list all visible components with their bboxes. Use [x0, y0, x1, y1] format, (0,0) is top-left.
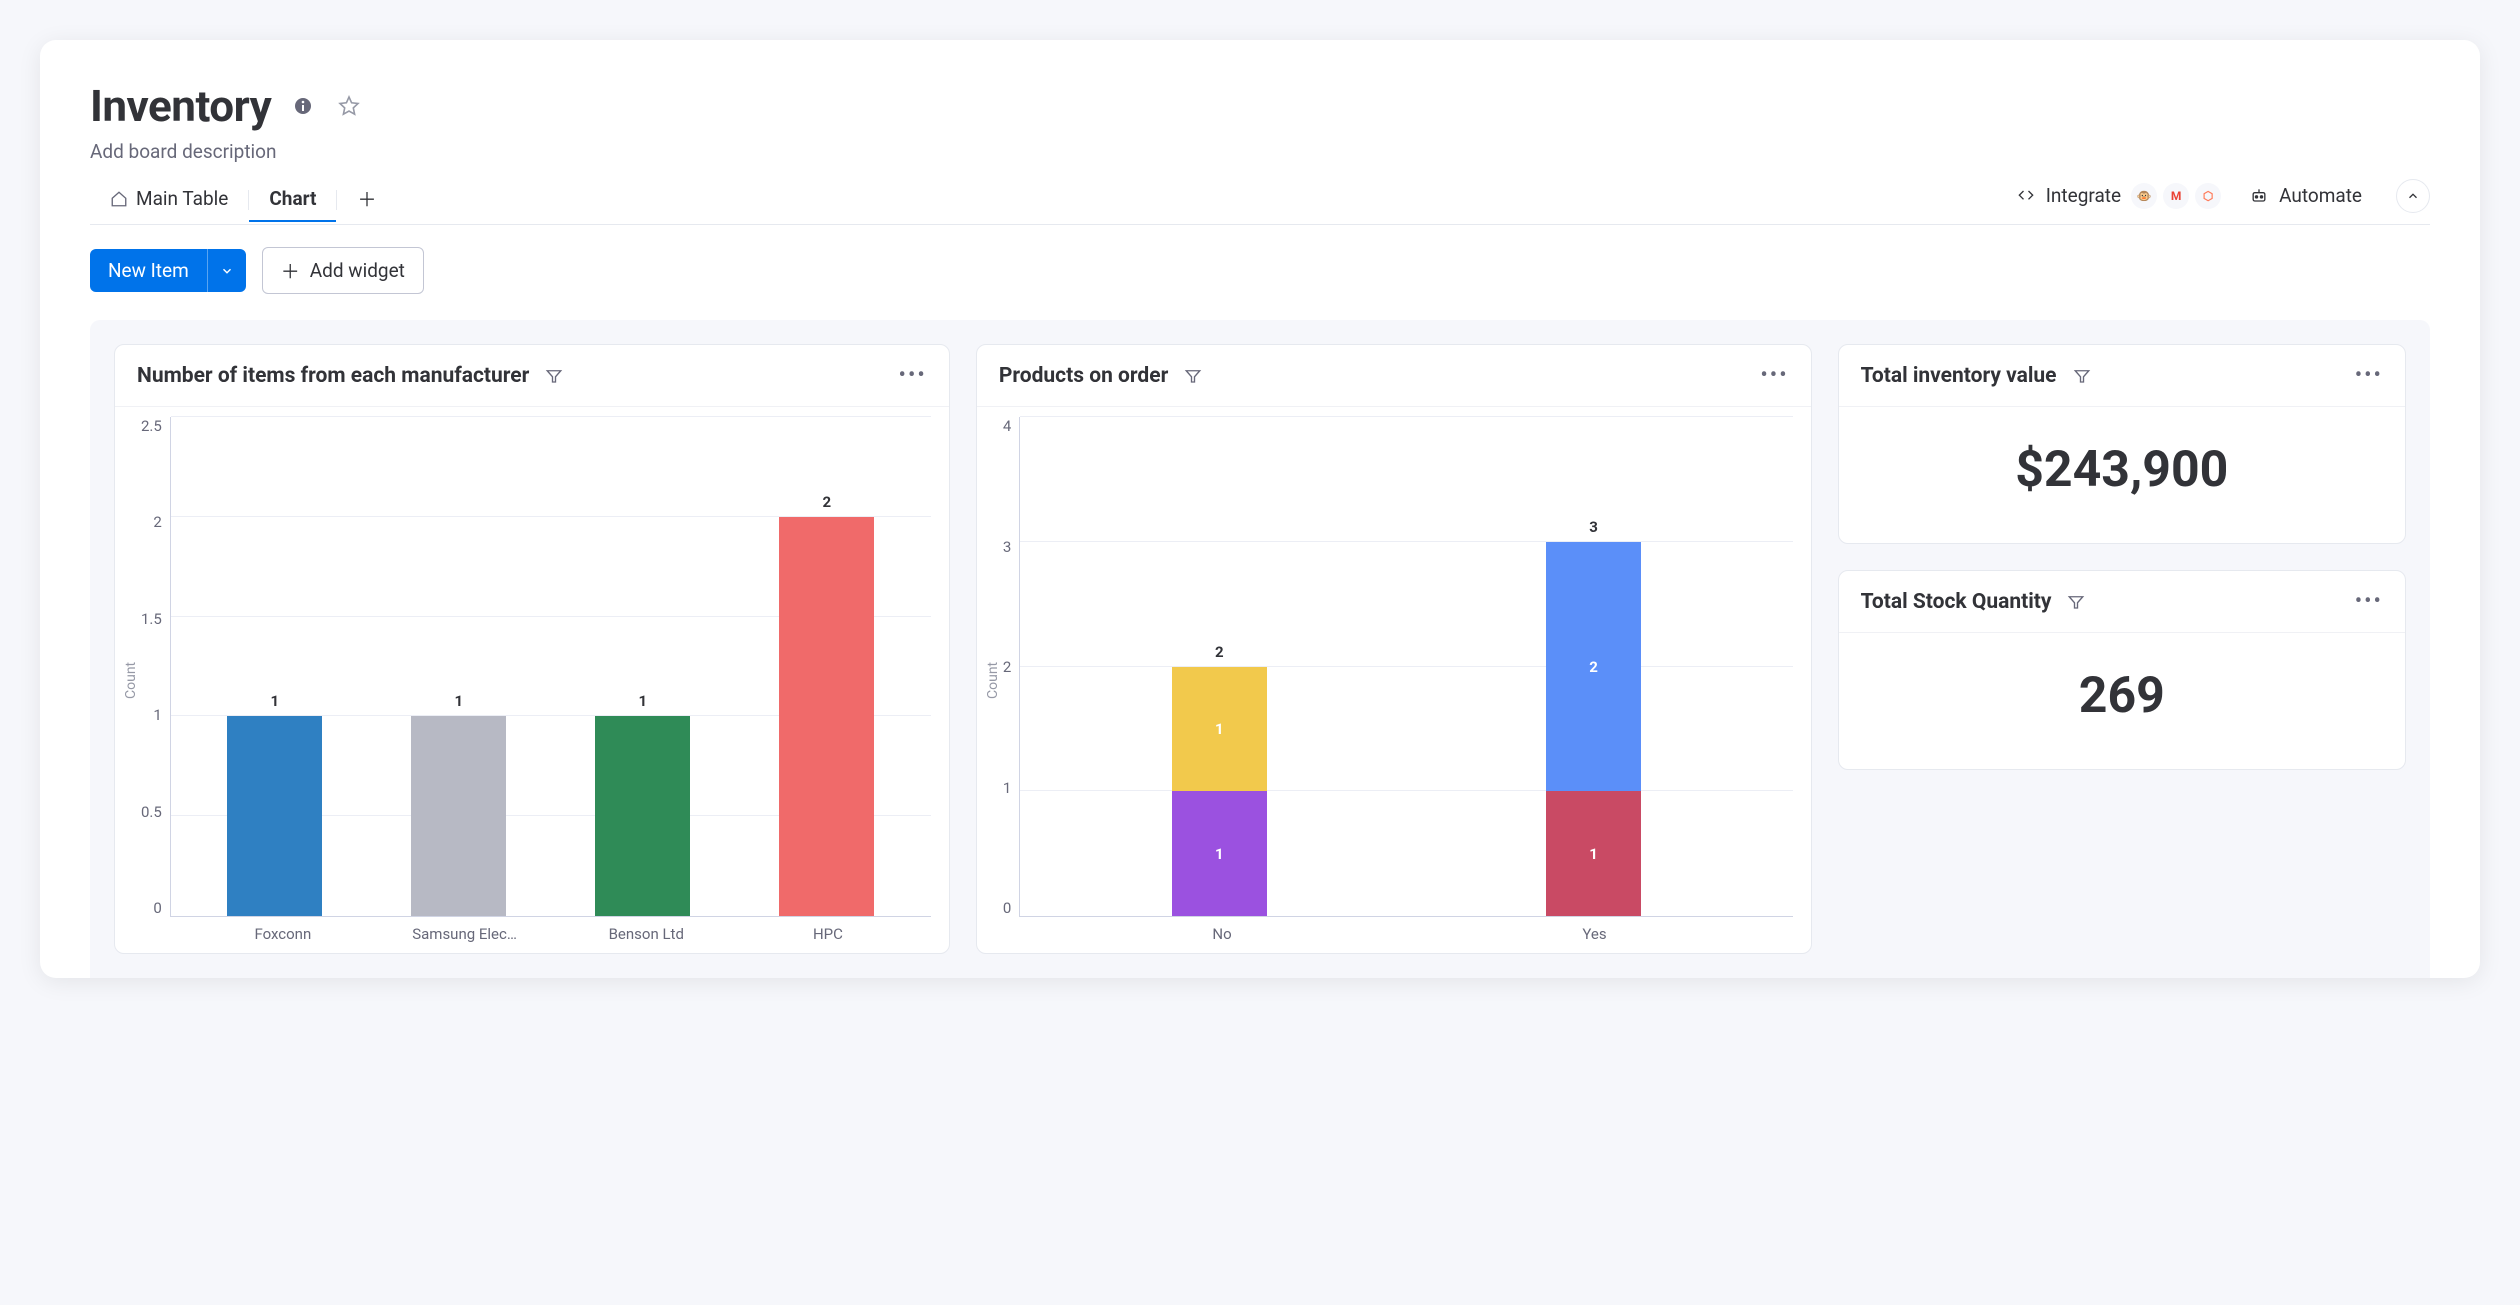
bar-total-label: 1: [411, 692, 506, 710]
bar[interactable]: 1: [595, 716, 690, 916]
robot-icon: [2249, 186, 2269, 206]
plus-icon: ＋: [281, 257, 300, 284]
integrate-button[interactable]: Integrate 🐵 M ⬡: [2016, 183, 2221, 209]
star-icon[interactable]: [335, 92, 363, 120]
widget-title: Total Stock Quantity: [1861, 590, 2052, 614]
tab-add[interactable]: ＋: [337, 175, 396, 224]
bar-total-label: 2: [779, 493, 874, 511]
widget-menu-button[interactable]: •••: [899, 363, 927, 388]
chart-manufacturers: Count2.521.510.501112FoxconnSamsung Elec…: [115, 407, 949, 953]
bar-segment: [595, 716, 690, 916]
hubspot-icon: ⬡: [2195, 183, 2221, 209]
automate-label: Automate: [2279, 184, 2362, 207]
filter-icon[interactable]: [1184, 367, 1202, 385]
widget-menu-button[interactable]: •••: [2355, 589, 2383, 614]
widget-total-stock-quantity: Total Stock Quantity ••• 269: [1838, 570, 2406, 770]
info-icon[interactable]: [289, 92, 317, 120]
dashboard-area: Number of items from each manufacturer •…: [90, 320, 2430, 978]
bar-total-label: 2: [1172, 643, 1267, 661]
tab-label: Main Table: [136, 187, 228, 210]
bar-segment: 1: [1172, 791, 1267, 916]
bar[interactable]: 1: [227, 716, 322, 916]
bar-segment: 1: [1172, 667, 1267, 792]
tab-main-table[interactable]: Main Table: [90, 177, 248, 222]
bar-segment: [227, 716, 322, 916]
widget-menu-button[interactable]: •••: [1760, 363, 1788, 388]
add-widget-button[interactable]: ＋ Add widget: [262, 247, 424, 294]
gmail-icon: M: [2163, 183, 2189, 209]
x-axis: NoYes: [1024, 917, 1793, 943]
y-axis: 43210: [1003, 417, 1019, 917]
widget-title: Products on order: [999, 364, 1168, 388]
bar-segment: [411, 716, 506, 916]
mailchimp-icon: 🐵: [2131, 183, 2157, 209]
new-item-button[interactable]: New Item: [90, 249, 246, 292]
chevron-up-icon: [2406, 189, 2420, 203]
plot-area: 1112: [170, 417, 931, 917]
add-widget-label: Add widget: [310, 259, 405, 282]
chevron-down-icon: [220, 264, 234, 278]
tab-label: Chart: [269, 187, 316, 210]
board-card: Inventory Add board description Main Tab…: [40, 40, 2480, 978]
board-description[interactable]: Add board description: [90, 140, 2430, 163]
total-inventory-value: $243,900: [1839, 407, 2405, 543]
bar-total-label: 1: [595, 692, 690, 710]
bar[interactable]: 2: [779, 517, 874, 916]
right-column: Total inventory value ••• $243,900 Total…: [1838, 344, 2406, 954]
y-axis-label: Count: [121, 417, 141, 943]
widget-title: Total inventory value: [1861, 364, 2057, 388]
widget-title: Number of items from each manufacturer: [137, 364, 529, 388]
integrate-icon: [2016, 186, 2036, 206]
bar[interactable]: 1: [411, 716, 506, 916]
new-item-caret[interactable]: [207, 249, 246, 292]
widget-products-on-order: Products on order ••• Count43210112123No…: [976, 344, 1812, 954]
filter-icon[interactable]: [2067, 593, 2085, 611]
actions-row: New Item ＋ Add widget: [90, 225, 2430, 320]
total-stock-quantity: 269: [1839, 633, 2405, 769]
y-axis-label: Count: [983, 417, 1003, 943]
x-axis: FoxconnSamsung Elec…Benson LtdHPC: [180, 917, 931, 943]
bar-segment: 1: [1546, 791, 1641, 916]
board-title: Inventory: [90, 80, 271, 132]
board-header: Inventory Add board description: [90, 80, 2430, 163]
new-item-label: New Item: [90, 249, 207, 292]
bar[interactable]: 123: [1546, 542, 1641, 916]
widget-manufacturers: Number of items from each manufacturer •…: [114, 344, 950, 954]
integrate-label: Integrate: [2046, 184, 2121, 207]
automate-button[interactable]: Automate: [2249, 184, 2362, 207]
widget-menu-button[interactable]: •••: [2355, 363, 2383, 388]
plus-icon: ＋: [357, 185, 376, 212]
home-icon: [110, 190, 128, 208]
filter-icon[interactable]: [2073, 367, 2091, 385]
bar[interactable]: 112: [1172, 667, 1267, 917]
tab-chart[interactable]: Chart: [249, 177, 336, 222]
bar-total-label: 3: [1546, 518, 1641, 536]
chart-orders: Count43210112123NoYes: [977, 407, 1811, 953]
plot-area: 112123: [1019, 417, 1792, 917]
filter-icon[interactable]: [545, 367, 563, 385]
bar-segment: 2: [1546, 542, 1641, 792]
integration-logos: 🐵 M ⬡: [2131, 183, 2221, 209]
collapse-header-button[interactable]: [2396, 179, 2430, 213]
widget-total-inventory-value: Total inventory value ••• $243,900: [1838, 344, 2406, 544]
bar-total-label: 1: [227, 692, 322, 710]
tabs-bar: Main Table Chart ＋ Integrate 🐵 M ⬡: [90, 175, 2430, 225]
y-axis: 2.521.510.50: [141, 417, 170, 917]
bar-segment: [779, 517, 874, 916]
